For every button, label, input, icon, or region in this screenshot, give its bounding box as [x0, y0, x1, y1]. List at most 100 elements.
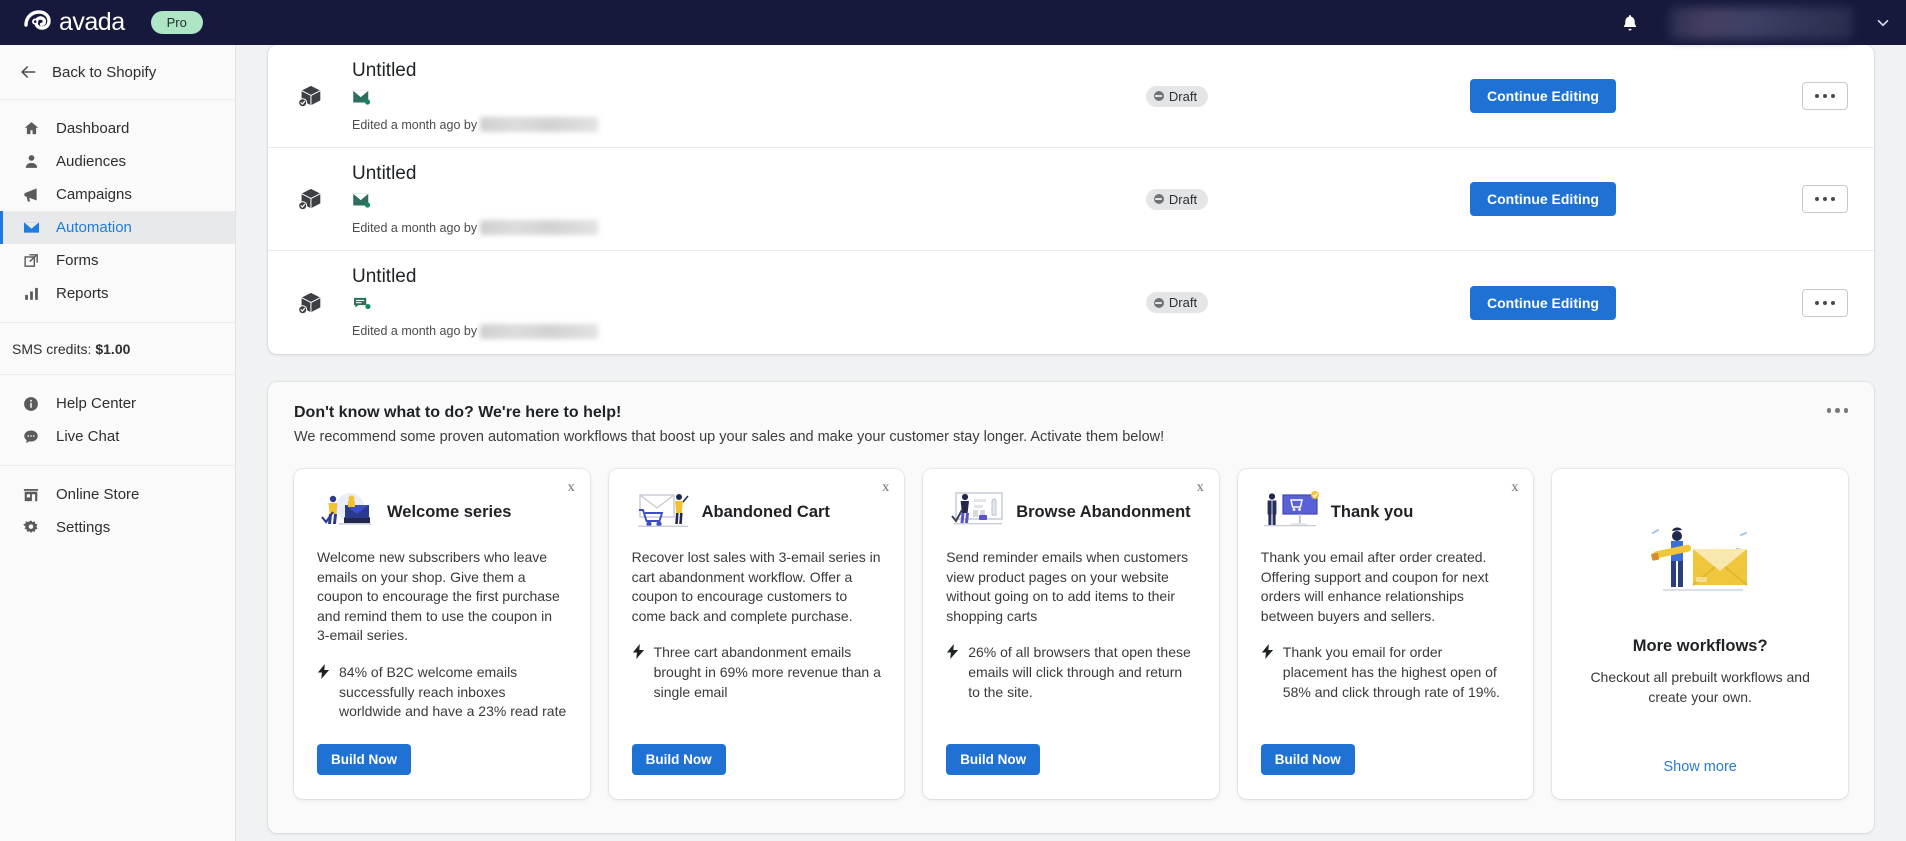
sidebar-item-live-chat[interactable]: Live Chat [0, 420, 235, 453]
more-horizontal-icon [1823, 197, 1827, 201]
workflow-template-cards: x [294, 469, 1848, 799]
build-now-button[interactable]: Build Now [946, 744, 1040, 775]
table-row[interactable]: Untitled Edited a month ago by [268, 45, 1874, 148]
brand-logo-area[interactable]: avada [22, 8, 125, 38]
workflow-card-thank-you[interactable]: x [1238, 469, 1534, 799]
envelope-icon [20, 218, 42, 237]
table-row[interactable]: Untitled Edited a month ago by [268, 251, 1874, 354]
workflow-meta-text: Edited a month ago by [352, 118, 477, 132]
bell-icon[interactable] [1620, 13, 1640, 33]
sidebar-item-audiences[interactable]: Audiences [0, 145, 235, 178]
more-horizontal-icon [1844, 408, 1849, 413]
continue-editing-button[interactable]: Continue Editing [1470, 286, 1616, 320]
home-icon [20, 120, 42, 137]
workflow-card-action: Build Now [1261, 722, 1511, 775]
sidebar-item-campaigns[interactable]: Campaigns [0, 178, 235, 211]
workflow-cube-icon [268, 184, 352, 214]
sidebar-item-automation[interactable]: Automation [0, 211, 235, 244]
close-icon[interactable]: x [568, 480, 575, 496]
workflow-card-stat: 26% of all browsers that open these emai… [946, 643, 1196, 702]
sidebar-item-settings[interactable]: Settings [0, 511, 235, 544]
more-workflows-title: More workflows? [1633, 637, 1768, 656]
channel-badge [352, 192, 1052, 214]
sms-credits: SMS credits: $1.00 [0, 323, 235, 375]
close-icon[interactable]: x [1197, 480, 1204, 496]
more-horizontal-icon [1835, 408, 1840, 413]
more-workflows-description: Checkout all prebuilt workflows and crea… [1575, 668, 1825, 707]
arrow-left-icon [18, 62, 38, 82]
sidebar-label: Audiences [56, 153, 126, 170]
workflow-author-blurred [480, 324, 598, 339]
workflow-card-header: Welcome series [317, 490, 567, 534]
browse-abandonment-illustration [946, 490, 1008, 534]
sidebar-item-forms[interactable]: Forms [0, 244, 235, 277]
build-now-button[interactable]: Build Now [1261, 744, 1355, 775]
row-more-menu-button[interactable] [1802, 185, 1848, 213]
sidebar-support-nav: Help Center Live Chat [0, 375, 235, 466]
workflow-card-title: Browse Abandonment [1016, 503, 1190, 522]
workflow-card-stat-text: 26% of all browsers that open these emai… [968, 643, 1196, 702]
sidebar-back-to-shopify[interactable]: Back to Shopify [0, 45, 235, 100]
sidebar-item-online-store[interactable]: Online Store [0, 478, 235, 511]
sidebar-label: Automation [56, 219, 132, 236]
workflow-card-welcome-series[interactable]: x [294, 469, 590, 799]
workflow-card-stat-text: Three cart abandonment emails brought in… [654, 643, 882, 702]
row-more-menu-button[interactable] [1802, 82, 1848, 110]
envelope-icon [352, 192, 372, 214]
sidebar-item-dashboard[interactable]: Dashboard [0, 112, 235, 145]
build-now-button[interactable]: Build Now [317, 744, 411, 775]
chat-bubble-icon [352, 296, 373, 318]
lightning-bolt-icon [946, 644, 960, 702]
workflow-cube-icon [268, 288, 352, 318]
lightning-bolt-icon [317, 664, 331, 722]
workflow-card-description: Welcome new subscribers who leave emails… [317, 548, 567, 646]
workflow-card-action: Build Now [632, 722, 882, 775]
sidebar-label: Reports [56, 285, 109, 302]
more-horizontal-icon [1823, 94, 1827, 98]
more-horizontal-icon [1831, 301, 1835, 305]
continue-editing-button[interactable]: Continue Editing [1470, 182, 1616, 216]
show-more-link[interactable]: Show more [1575, 759, 1825, 775]
more-horizontal-icon [1831, 197, 1835, 201]
workflow-card-header: Thank you [1261, 490, 1511, 534]
chevron-down-icon[interactable] [1874, 14, 1892, 32]
abandoned-cart-illustration [632, 490, 694, 534]
bar-chart-icon [20, 285, 42, 302]
brand-name: avada [59, 8, 125, 37]
channel-badge [352, 296, 1052, 318]
workflow-author-blurred [480, 220, 598, 235]
top-bar: avada Pro [0, 0, 1906, 45]
top-bar-right [1620, 7, 1892, 39]
workflow-meta-text: Edited a month ago by [352, 324, 477, 338]
close-icon[interactable]: x [882, 480, 889, 496]
row-more-menu-button[interactable] [1802, 289, 1848, 317]
plan-badge: Pro [151, 11, 203, 34]
table-row[interactable]: Untitled Edited a month ago by [268, 148, 1874, 251]
chat-bubble-icon [20, 428, 42, 446]
sidebar-item-reports[interactable]: Reports [0, 277, 235, 310]
sidebar-label: Forms [56, 252, 99, 269]
channel-badge [352, 89, 1052, 111]
build-now-button[interactable]: Build Now [632, 744, 726, 775]
recommendations-more-menu-button[interactable] [1823, 404, 1853, 417]
workflow-card-browse-abandonment[interactable]: x [923, 469, 1219, 799]
workflow-card-header: Abandoned Cart [632, 490, 882, 534]
continue-editing-button[interactable]: Continue Editing [1470, 79, 1616, 113]
close-icon[interactable]: x [1511, 480, 1518, 496]
more-horizontal-icon [1815, 94, 1819, 98]
workflow-card-more-workflows[interactable]: More workflows? Checkout all prebuilt wo… [1552, 469, 1848, 799]
envelope-icon [352, 89, 372, 111]
workflow-status: Draft [1052, 86, 1302, 107]
sidebar-item-help-center[interactable]: Help Center [0, 387, 235, 420]
workflow-card-header: Browse Abandonment [946, 490, 1196, 534]
sidebar: Back to Shopify Dashboard Audiences Camp… [0, 45, 236, 841]
status-badge-label: Draft [1169, 295, 1197, 310]
account-name-blurred[interactable] [1670, 7, 1852, 39]
status-badge-label: Draft [1169, 89, 1197, 104]
status-badge-label: Draft [1169, 192, 1197, 207]
workflow-info: Untitled Edited a month ago by [352, 266, 1052, 339]
workflow-author-blurred [480, 117, 598, 132]
workflow-card-abandoned-cart[interactable]: x [609, 469, 905, 799]
avada-logo-icon [22, 8, 52, 38]
lightning-bolt-icon [632, 644, 646, 702]
